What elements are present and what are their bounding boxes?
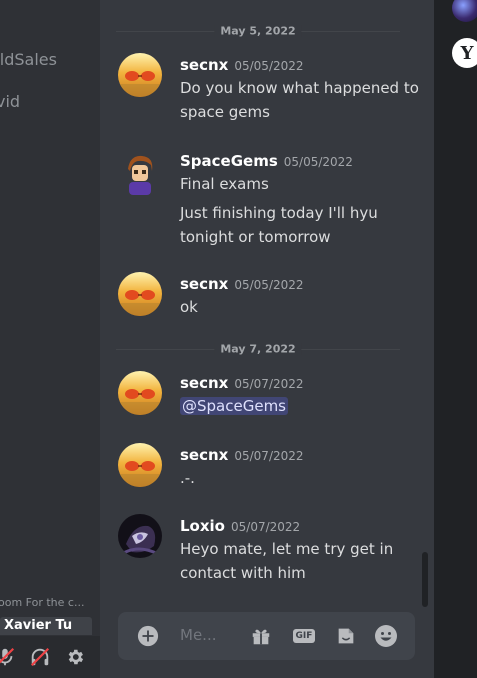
emoji-icon[interactable] bbox=[374, 624, 398, 648]
message-author[interactable]: SpaceGems bbox=[180, 152, 278, 170]
message-timestamp: 05/07/2022 bbox=[231, 520, 301, 534]
chat-scrollbar[interactable] bbox=[422, 552, 428, 607]
avatar[interactable] bbox=[118, 151, 162, 195]
message-author[interactable]: secnx bbox=[180, 446, 228, 464]
message-text: Final exams bbox=[180, 175, 269, 193]
sidebar-item[interactable]: oldSales bbox=[0, 50, 57, 69]
message-text: Do you know what happened to space gems bbox=[180, 79, 419, 121]
message-input[interactable]: Me... bbox=[180, 626, 216, 644]
user-mention[interactable]: @SpaceGems bbox=[180, 397, 288, 415]
message-author[interactable]: secnx bbox=[180, 374, 228, 392]
avatar[interactable] bbox=[118, 443, 162, 487]
message-timestamp: 05/05/2022 bbox=[234, 278, 304, 292]
message-timestamp: 05/05/2022 bbox=[234, 59, 304, 73]
server-rail: Y bbox=[434, 0, 477, 678]
message-author[interactable]: secnx bbox=[180, 56, 228, 74]
microphone-muted-icon[interactable] bbox=[0, 644, 18, 670]
message-composer[interactable]: Me... GIF bbox=[118, 612, 415, 660]
server-icon[interactable]: Y bbox=[452, 38, 477, 68]
message-author[interactable]: secnx bbox=[180, 275, 228, 293]
server-icon[interactable] bbox=[452, 0, 477, 22]
date-divider-label: May 5, 2022 bbox=[214, 24, 302, 38]
avatar[interactable] bbox=[118, 53, 162, 97]
message-text: ok bbox=[180, 298, 198, 316]
headphones-deafened-icon[interactable] bbox=[27, 644, 53, 670]
voice-room-label: oom For the c... bbox=[0, 596, 85, 609]
message-timestamp: 05/07/2022 bbox=[234, 449, 304, 463]
message-timestamp: 05/05/2022 bbox=[283, 155, 353, 169]
gear-icon[interactable] bbox=[62, 644, 88, 670]
user-controls-panel bbox=[0, 636, 100, 678]
avatar[interactable] bbox=[118, 371, 162, 415]
voice-channel-label: Xavier Tu bbox=[4, 618, 73, 633]
gif-label: GIF bbox=[292, 629, 316, 643]
message-author[interactable]: Loxio bbox=[180, 517, 225, 535]
gift-icon[interactable] bbox=[249, 624, 273, 648]
message-text: Just finishing today I'll hyu tonight or… bbox=[180, 204, 378, 246]
message-text: Heyo mate, let me try get in contact wit… bbox=[180, 540, 394, 582]
avatar[interactable] bbox=[118, 272, 162, 316]
date-divider: May 7, 2022 bbox=[116, 342, 400, 356]
gif-icon[interactable]: GIF bbox=[290, 624, 318, 648]
sidebar-item[interactable]: vid bbox=[0, 92, 20, 111]
date-divider: May 5, 2022 bbox=[116, 24, 400, 38]
voice-channel-item[interactable]: Xavier Tu bbox=[0, 617, 92, 635]
message-timestamp: 05/07/2022 bbox=[234, 377, 304, 391]
date-divider-label: May 7, 2022 bbox=[214, 342, 302, 356]
server-letter: Y bbox=[460, 42, 474, 64]
message-text: .-. bbox=[180, 469, 195, 487]
avatar[interactable] bbox=[118, 514, 162, 558]
sticker-icon[interactable] bbox=[334, 624, 358, 648]
channel-sidebar: oldSales vid oom For the c... Xavier Tu bbox=[0, 0, 100, 678]
add-attachment-icon[interactable] bbox=[136, 624, 160, 648]
chat-area: May 5, 2022 secnx 05/05/2022 Do you know … bbox=[100, 0, 434, 678]
